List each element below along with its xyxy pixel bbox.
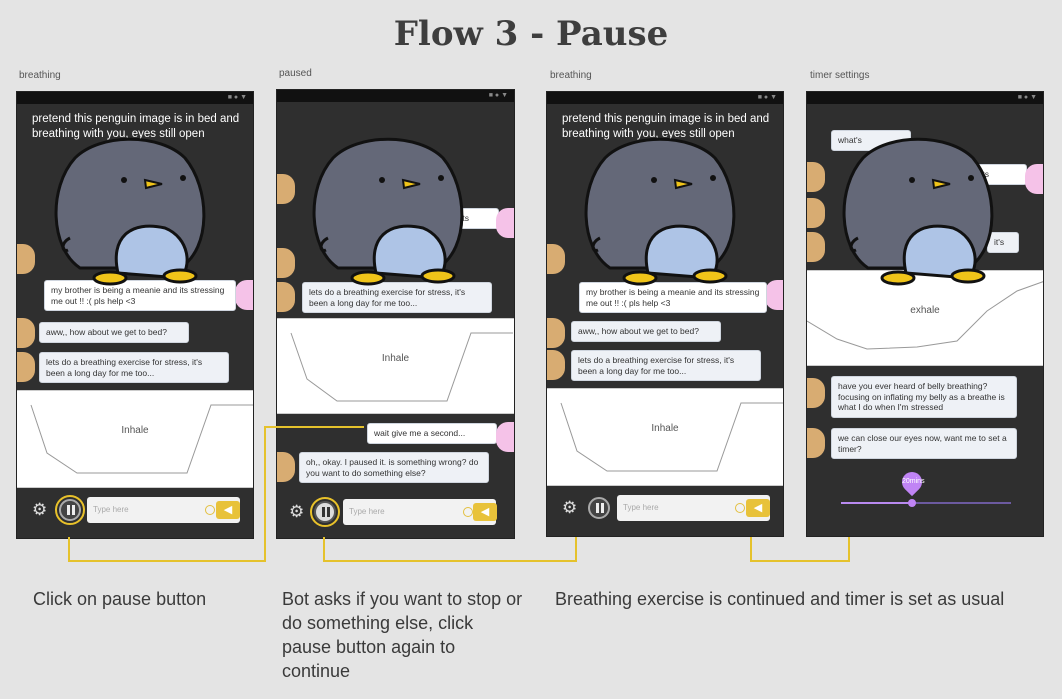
emoji-icon[interactable] [735,503,745,513]
bot-message: lets do a breathing exercise for stress,… [39,352,229,383]
pause-button[interactable] [588,497,610,519]
penguin-image [842,137,994,286]
penguin-image [312,137,464,286]
bot-avatar [17,244,35,274]
bot-avatar [807,428,825,458]
screen-label-paused: paused [279,68,312,79]
bot-message: oh,, okay. I paused it. is something wro… [299,452,489,483]
user-avatar [1025,164,1043,194]
send-button[interactable]: ◀ [746,499,770,517]
screen-label-breathing: breathing [19,70,61,81]
bot-avatar [807,378,825,408]
slider-knob[interactable] [908,499,916,507]
flow-connector [264,426,266,562]
timer-slider[interactable]: 20mins [841,467,1011,512]
bot-avatar [807,232,825,262]
bot-message: aww,, how about we get to bed? [39,322,189,343]
breathing-phase-label: exhale [910,305,940,316]
breathing-animation: Inhale [17,390,253,488]
caption-step-1: Click on pause button [33,589,207,609]
bot-avatar [547,318,565,348]
breathing-phase-label: Inhale [121,425,149,436]
status-bar: ■ ● ▼ [277,90,514,102]
highlight-ring [55,495,85,525]
flow-connector [848,537,850,562]
bot-avatar [547,350,565,380]
flow-connector [323,537,325,562]
bot-message: have you ever heard of belly breathing? … [831,376,1017,418]
bot-avatar [277,282,295,312]
slider-value-label: 20mins [902,478,925,485]
bot-avatar [277,452,295,482]
bot-avatar [17,352,35,382]
breathing-phase-label: Inhale [381,353,410,364]
user-avatar [496,422,514,452]
user-avatar [765,280,783,310]
status-bar: ■ ● ▼ [547,92,783,104]
slider-track [841,502,1011,504]
emoji-icon[interactable] [205,505,215,515]
breathing-curve [560,402,783,472]
penguin-image [584,137,736,286]
settings-gear-icon[interactable]: ⚙ [32,500,47,520]
emoji-icon[interactable] [463,507,473,517]
breathing-animation: Inhale [547,388,783,486]
user-avatar [235,280,253,310]
breathing-curve [290,332,513,402]
flow-connector [750,560,850,562]
caption-step-2: Bot asks if you want to stop or do somet… [282,589,523,681]
user-message: wait give me a second... [367,423,497,444]
settings-gear-icon[interactable]: ⚙ [562,498,577,518]
breathing-phase-label: Inhale [651,423,679,434]
user-avatar [496,208,514,238]
bot-message: lets do a breathing exercise for stress,… [571,350,761,381]
bot-message: aww,, how about we get to bed? [571,321,721,342]
screen-label-timer-settings: timer settings [810,70,870,81]
settings-gear-icon[interactable]: ⚙ [289,502,304,522]
bot-message: we can close our eyes now, want me to se… [831,428,1017,459]
bot-avatar [277,174,295,204]
send-button[interactable]: ◀ [216,501,240,519]
bot-avatar [17,318,35,348]
breathing-animation: Inhale [277,318,514,414]
highlight-ring [310,497,340,527]
page-title: Flow 3 - Pause [393,14,669,54]
penguin-image [54,137,206,286]
send-button[interactable]: ◀ [473,503,497,521]
bot-avatar [277,248,295,278]
flow-connector [750,537,752,562]
breathing-curve [30,404,253,474]
caption-step-3: Breathing exercise is continued and time… [555,589,1005,609]
flow-connector [68,560,265,562]
flow-connector [575,537,577,562]
status-bar: ■ ● ▼ [807,92,1043,104]
flow-connector [68,537,70,562]
status-bar: ■ ● ▼ [17,92,253,104]
bot-avatar [807,162,825,192]
bot-avatar [807,198,825,228]
flow-connector [264,426,364,428]
bot-avatar [547,244,565,274]
flow-connector [323,560,576,562]
screen-label-breathing-2: breathing [550,70,592,81]
